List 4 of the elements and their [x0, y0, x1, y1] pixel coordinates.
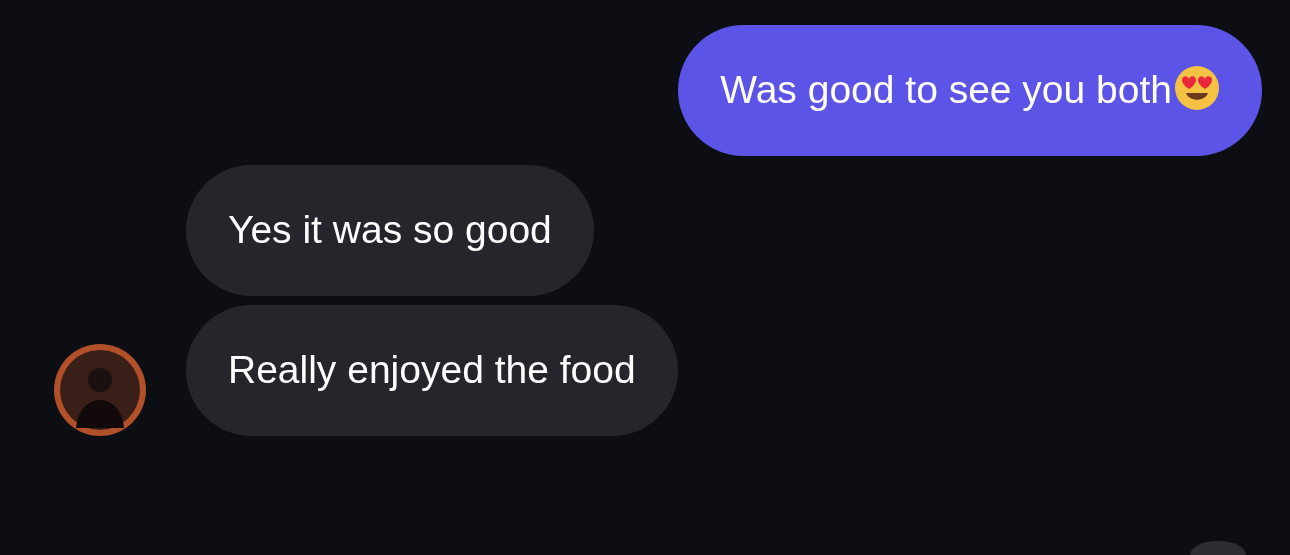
received-message: Yes it was so good: [186, 165, 594, 296]
received-message: Really enjoyed the food: [186, 305, 678, 436]
avatar[interactable]: [54, 344, 146, 436]
sent-message: Was good to see you both: [678, 25, 1262, 156]
